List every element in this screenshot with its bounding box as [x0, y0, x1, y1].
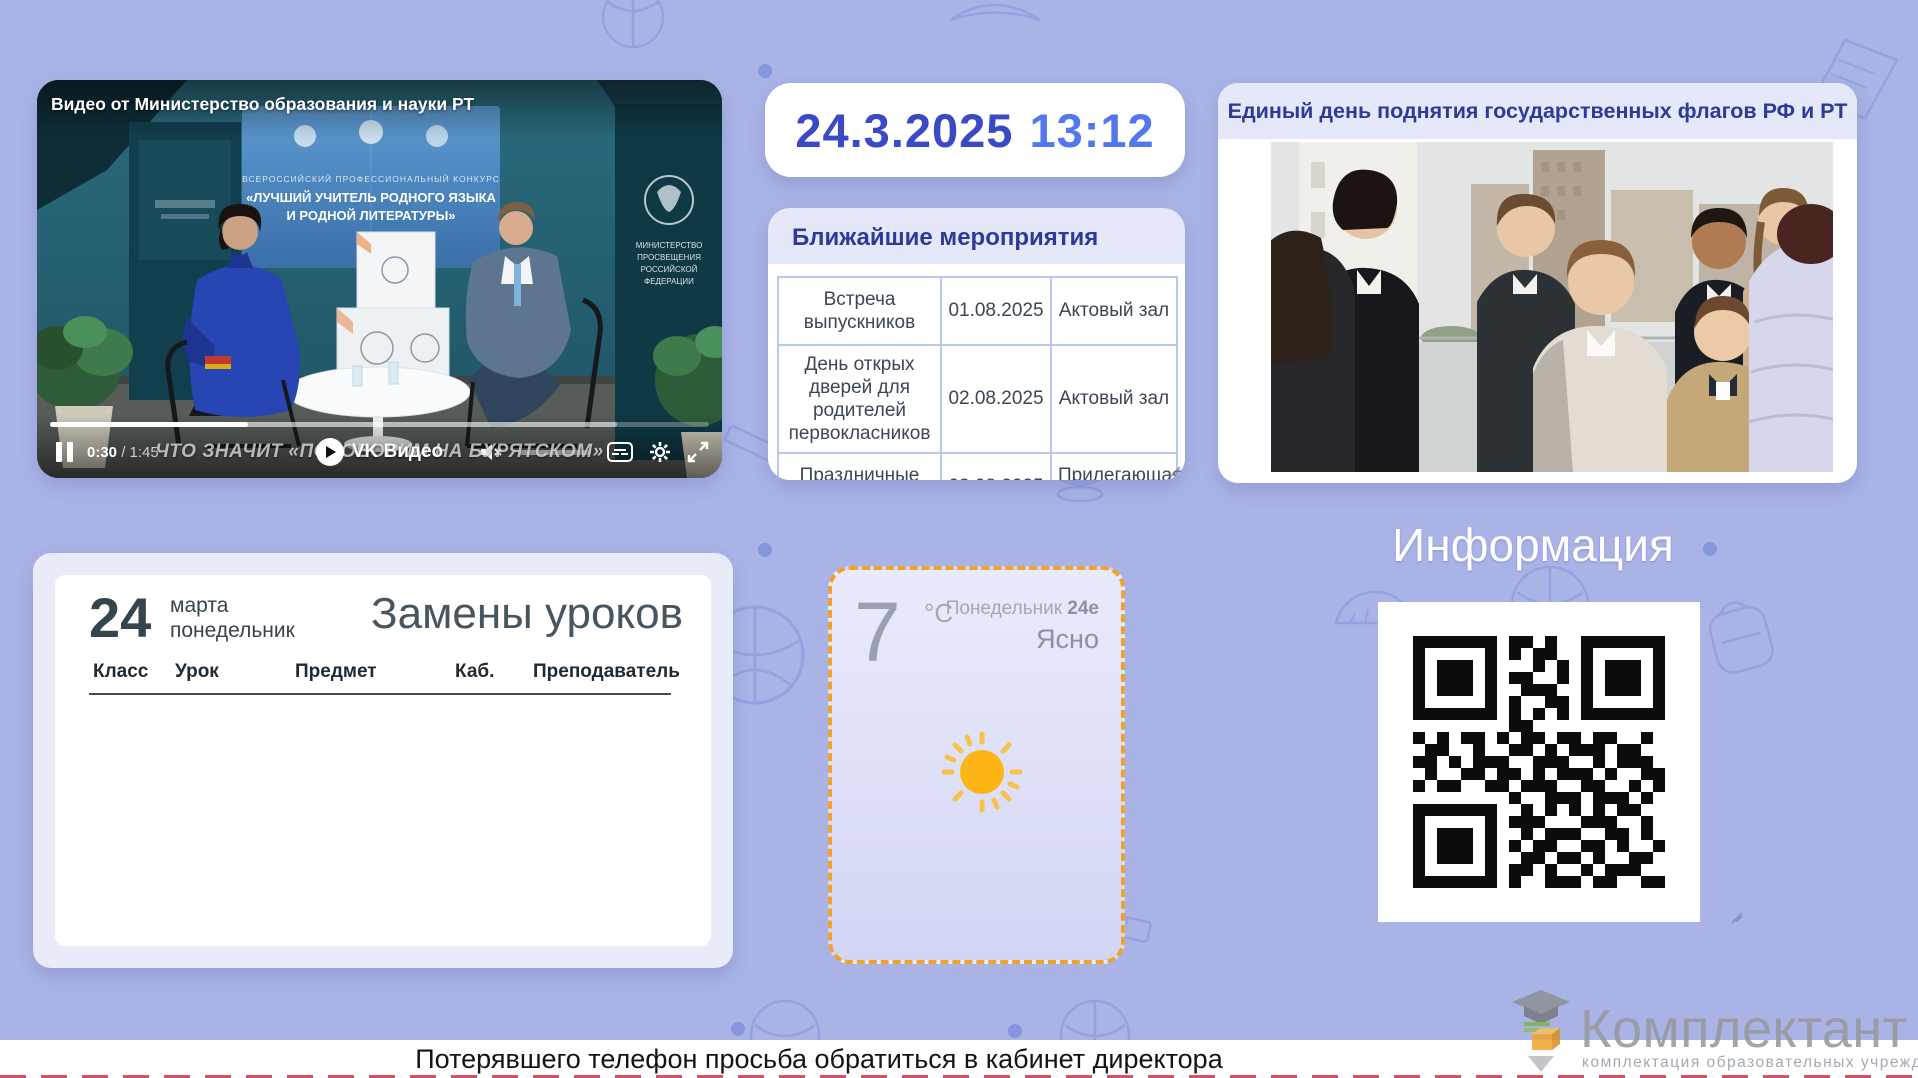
bg-dot — [758, 64, 772, 78]
event-name: Встреча выпускников — [778, 277, 941, 345]
column-room: Каб. — [455, 661, 494, 683]
student-girl-back-left — [1271, 231, 1355, 472]
svg-text:И РОДНОЙ ЛИТЕРАТУРЫ»: И РОДНОЙ ЛИТЕРАТУРЫ» — [286, 208, 455, 223]
event-row: Встреча выпускников 01.08.2025 Актовый з… — [778, 277, 1177, 345]
svg-text:МИНИСТЕРСТВО: МИНИСТЕРСТВО — [636, 241, 703, 250]
event-date: 01.08.2025 — [941, 277, 1051, 345]
events-title: Ближайшие мероприятия — [768, 208, 1185, 264]
substitutions-divider — [89, 693, 671, 695]
weather-temp: 7 — [854, 584, 901, 681]
events-table: Встреча выпускников 01.08.2025 Актовый з… — [777, 276, 1178, 480]
brand-logo-icon — [1508, 988, 1574, 1076]
substitutions-month-weekday: марта понедельник — [170, 593, 295, 643]
signage-dashboard: МИНИСТЕРСТВО ПРОСВЕЩЕНИЯ РОССИЙСКОЙ ФЕДЕ… — [0, 0, 1918, 1078]
clock-card: 24.3.2025 13:12 — [765, 83, 1185, 177]
video-caption: Видео от Министерство образования и наук… — [51, 94, 474, 115]
events-card: Ближайшие мероприятия Встреча выпускнико… — [768, 208, 1185, 480]
ticker-text: Потерявшего телефон просьба обратиться в… — [415, 1044, 1222, 1075]
event-name: Праздничные мероприятия — [778, 453, 941, 480]
weather-condition: Ясно — [1036, 624, 1099, 655]
svg-text:ПРОСВЕЩЕНИЯ: ПРОСВЕЩЕНИЯ — [637, 253, 701, 262]
bg-dot — [1008, 1024, 1022, 1038]
event-row: День открых дверей для родителей первокл… — [778, 345, 1177, 453]
students-photo — [1271, 142, 1833, 472]
substitutions-inner: 24 марта понедельник Замены уроков Класс… — [55, 575, 711, 946]
event-date: 02.08.2025 — [941, 345, 1051, 453]
time-text: 13:12 — [1029, 103, 1154, 158]
doodle-backpack — [1690, 581, 1791, 689]
flags-card: Единый день поднятия государственных фла… — [1218, 83, 1857, 483]
flags-card-header: Единый день поднятия государственных фла… — [1218, 83, 1857, 139]
events-table-wrap: Встреча выпускников 01.08.2025 Актовый з… — [768, 264, 1185, 480]
svg-text:ВСЕРОССИЙСКИЙ ПРОФЕССИОНАЛЬНЫЙ: ВСЕРОССИЙСКИЙ ПРОФЕССИОНАЛЬНЫЙ КОНКУРС — [242, 173, 500, 184]
video-controls: 0:30 / 1:45 ЧТО ЗНАЧИТ «ПОГОВОРИМ НА БУР… — [37, 414, 722, 478]
doodle-ball — [598, 0, 668, 52]
column-class: Класс — [93, 661, 148, 683]
brand-name: Комплектант — [1580, 1002, 1908, 1056]
qr-code — [1378, 602, 1700, 922]
qr-resize-handle-icon[interactable] — [1730, 908, 1743, 921]
column-subject: Предмет — [295, 661, 377, 683]
event-place: Актовый зал — [1051, 345, 1177, 453]
vk-watermark: VK Видео — [316, 438, 443, 466]
event-name: День открых дверей для родителей первокл… — [778, 345, 941, 453]
progress-played — [50, 422, 248, 427]
event-place: Прилегающая территория — [1051, 453, 1177, 480]
brand-watermark: Комплектант комплектация образовательных… — [1508, 988, 1908, 1076]
column-teacher: Преподаватель — [533, 661, 680, 683]
svg-text:РОССИЙСКОЙ: РОССИЙСКОЙ — [641, 265, 698, 274]
sun-icon — [940, 730, 1024, 814]
brand-subtitle: комплектация образовательных учреждений — [1582, 1054, 1918, 1072]
svg-text:ФЕДЕРАЦИИ: ФЕДЕРАЦИИ — [644, 277, 694, 286]
weather-widget[interactable]: 7 °C Понедельник 24е Ясно — [828, 566, 1125, 964]
bg-dot — [731, 1022, 745, 1036]
bg-dot — [758, 543, 772, 557]
event-row: Праздничные мероприятия 03.08.2025 Приле… — [778, 453, 1177, 480]
events-resize-handle-icon[interactable] — [1168, 462, 1181, 475]
vk-play-icon — [316, 438, 344, 466]
svg-text:«ЛУЧШИЙ УЧИТЕЛЬ РОДНОГО ЯЗЫКА: «ЛУЧШИЙ УЧИТЕЛЬ РОДНОГО ЯЗЫКА — [246, 190, 496, 205]
flags-card-title: Единый день поднятия государственных фла… — [1228, 99, 1848, 124]
date-text: 24.3.2025 — [795, 103, 1013, 158]
weather-day: Понедельник 24е — [946, 598, 1099, 620]
substitutions-title: Замены уроков — [371, 589, 683, 639]
video-player[interactable]: МИНИСТЕРСТВО ПРОСВЕЩЕНИЯ РОССИЙСКОЙ ФЕДЕ… — [37, 80, 722, 478]
info-title: Информация — [1318, 518, 1748, 572]
substitutions-card: 24 марта понедельник Замены уроков Класс… — [33, 553, 733, 968]
video-progress-bar[interactable] — [50, 422, 709, 427]
event-place: Актовый зал — [1051, 277, 1177, 345]
event-date: 03.08.2025 — [941, 453, 1051, 480]
substitutions-day-number: 24 — [89, 585, 151, 650]
column-lesson: Урок — [175, 661, 219, 683]
doodle-book — [940, 0, 1050, 50]
